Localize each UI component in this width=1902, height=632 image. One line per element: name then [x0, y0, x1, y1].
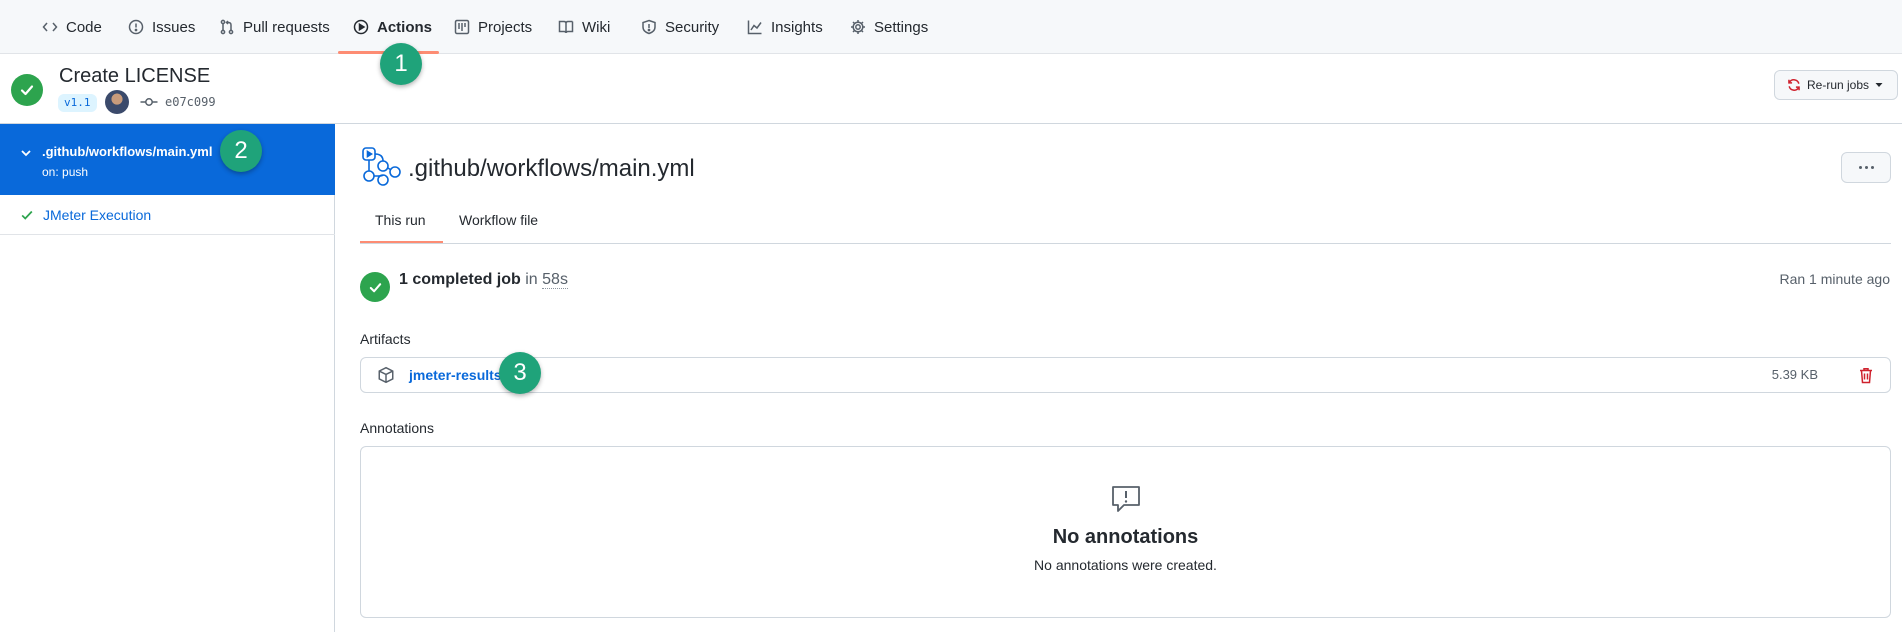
workflow-trigger: on: push	[42, 165, 89, 179]
callout-badge-2: 2	[220, 130, 262, 172]
caret-down-icon	[1875, 83, 1883, 87]
tab-label: Wiki	[582, 18, 611, 36]
tab-label: Security	[665, 18, 720, 36]
tab-label: Actions	[377, 18, 433, 36]
tab-label: Settings	[874, 18, 929, 36]
workflow-icon	[362, 147, 401, 186]
annotations-heading: Annotations	[360, 420, 434, 436]
run-duration: 58s	[542, 271, 568, 289]
tab-label: Pull requests	[243, 18, 330, 36]
artifact-row: jmeter-results 5.39 KB	[360, 357, 1891, 393]
active-subtab-underline	[360, 241, 443, 243]
tab-wiki[interactable]: Wiki	[558, 0, 610, 54]
tab-workflow-file[interactable]: Workflow file	[459, 212, 538, 228]
artifact-size: 5.39 KB	[1771, 367, 1818, 382]
callout-badge-3: 3	[499, 352, 541, 394]
tab-label: Issues	[152, 18, 196, 36]
tab-pull-requests[interactable]: Pull requests	[219, 0, 330, 54]
tab-projects[interactable]: Projects	[454, 0, 532, 54]
issue-opened-icon	[128, 19, 144, 35]
rerun-jobs-label: Re-run jobs	[1807, 78, 1870, 92]
git-pull-request-icon	[220, 19, 234, 35]
tab-issues[interactable]: Issues	[128, 0, 195, 54]
annotations-empty-state: No annotations No annotations were creat…	[360, 446, 1891, 618]
run-success-icon	[11, 74, 43, 106]
artifacts-heading: Artifacts	[360, 331, 411, 347]
tab-label: Projects	[478, 18, 533, 36]
book-icon	[558, 20, 574, 34]
artifact-link[interactable]: jmeter-results	[409, 367, 502, 383]
run-time: Ran 1 minute ago	[1779, 271, 1890, 287]
sidebar-item-workflow[interactable]: .github/workflows/main.yml on: push	[0, 124, 335, 195]
run-header: Create LICENSE v1.1 e07c099 Re-run jobs	[0, 54, 1902, 124]
avatar[interactable]	[105, 90, 129, 114]
job-success-icon	[360, 272, 390, 302]
tab-code[interactable]: Code	[42, 0, 102, 54]
comment-alert-icon	[1112, 486, 1140, 512]
tab-security[interactable]: Security	[641, 0, 719, 54]
callout-badge-1: 1	[380, 43, 422, 85]
graph-icon	[747, 20, 762, 35]
workflow-sidebar: .github/workflows/main.yml on: push JMet…	[0, 124, 335, 632]
summary-in: in	[525, 271, 538, 288]
play-icon	[353, 19, 369, 35]
project-icon	[454, 19, 470, 35]
workflow-name: .github/workflows/main.yml	[42, 144, 213, 159]
tab-insights[interactable]: Insights	[747, 0, 823, 54]
run-tag-badge[interactable]: v1.1	[58, 94, 97, 112]
job-label: JMeter Execution	[43, 206, 152, 223]
completed-jobs-count: 1 completed job	[399, 271, 521, 288]
chevron-down-icon	[21, 150, 31, 157]
code-icon	[42, 22, 58, 32]
run-summary: 1 completed job in 58s	[399, 271, 568, 289]
commit-sha[interactable]: e07c099	[165, 95, 216, 109]
more-options-button[interactable]	[1841, 152, 1891, 183]
repo-nav: Code Issues Pull requests Actions Projec…	[0, 0, 1902, 54]
run-title: Create LICENSE	[59, 65, 211, 87]
tab-this-run[interactable]: This run	[375, 212, 426, 228]
git-commit-icon	[140, 98, 158, 106]
tab-label: Insights	[771, 18, 823, 36]
annotations-empty-title: No annotations	[1052, 526, 1199, 548]
workflow-title: .github/workflows/main.yml	[408, 155, 695, 182]
sidebar-item-job[interactable]: JMeter Execution	[0, 195, 335, 235]
shield-icon	[642, 19, 656, 35]
gear-icon	[851, 20, 865, 34]
tab-settings[interactable]: Settings	[850, 0, 928, 54]
sync-icon	[1788, 79, 1800, 91]
annotations-empty-text: No annotations were created.	[1034, 557, 1217, 573]
rerun-jobs-button[interactable]: Re-run jobs	[1774, 70, 1898, 100]
run-tabs: This run Workflow file	[360, 202, 1891, 244]
tab-label: Code	[66, 18, 102, 36]
package-icon	[378, 366, 394, 384]
check-icon	[21, 210, 33, 220]
trash-icon[interactable]	[1858, 367, 1874, 384]
